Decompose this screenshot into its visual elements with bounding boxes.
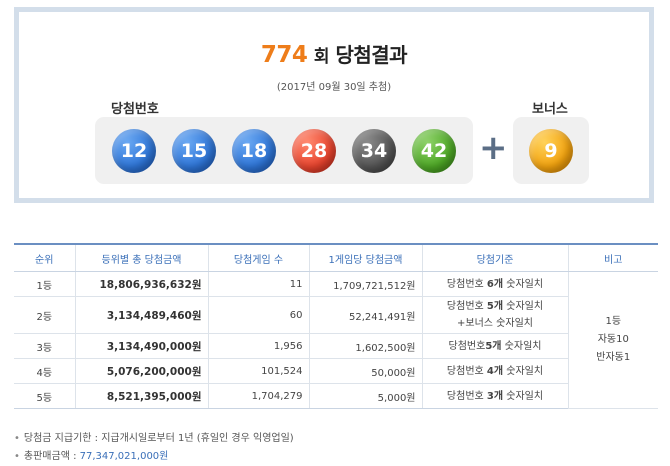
- total-prize-cell: 8,521,395,000원: [74, 383, 208, 409]
- bullet-icon: •: [14, 433, 20, 444]
- prize-per-game-cell: 5,000원: [308, 383, 422, 409]
- header-rank: 순위: [14, 243, 75, 272]
- bonus-ball: 9: [529, 129, 573, 173]
- rank-cell: 2등: [14, 296, 75, 334]
- criteria-text: 당첨번호: [448, 340, 486, 352]
- criteria-cell: 당첨번호 5개 숫자일치 +보너스 숫자일치: [421, 296, 568, 334]
- header-total-prize: 등위별 총 당첨금액: [74, 243, 208, 272]
- rank-cell: 1등: [14, 271, 75, 297]
- number-ball: 42: [412, 129, 456, 173]
- notes-section: • 당첨금 지급기한 : 지급개시일로부터 1년 (휴일인 경우 익영업일) • 총…: [14, 430, 294, 466]
- number-ball: 12: [112, 129, 156, 173]
- criteria-match-count: 4개: [486, 365, 504, 377]
- criteria-text: 당첨번호: [446, 390, 487, 402]
- prize-table: 순위 등위별 총 당첨금액 당첨게임 수 1게임당 당첨금액 당첨기준 비고 1…: [14, 243, 658, 409]
- criteria-text: 숫자일치: [503, 301, 544, 312]
- criteria-cell: 당첨번호 3개 숫자일치: [421, 383, 568, 409]
- criteria-text: 숫자일치: [503, 390, 544, 402]
- rank-cell: 4등: [14, 358, 75, 384]
- note-cell: 1등 자동10 반자동1: [567, 271, 658, 409]
- prize-per-game-cell: 1,709,721,512원: [308, 271, 422, 297]
- number-ball: 28: [292, 129, 336, 173]
- result-title: 774 회 당첨결과: [19, 39, 649, 68]
- note-line: 1등: [605, 316, 622, 327]
- header-note: 비고: [567, 243, 658, 272]
- bonus-label: 보너스: [532, 102, 568, 117]
- prize-per-game-cell: 50,000원: [308, 358, 422, 384]
- criteria-cell: 당첨번호5개 숫자일치: [421, 333, 568, 359]
- criteria-cell: 당첨번호 4개 숫자일치: [421, 358, 568, 384]
- total-prize-cell: 3,134,489,460원: [74, 296, 208, 334]
- winner-count-cell: 1,704,279: [207, 383, 309, 409]
- total-prize-cell: 3,134,490,000원: [74, 333, 208, 359]
- rank-cell: 3등: [14, 333, 75, 359]
- winning-numbers-label: 당첨번호: [111, 102, 159, 117]
- draw-date: (2017년 09월 30일 추첨): [276, 82, 392, 93]
- header-prize-per-game: 1게임당 당첨금액: [308, 243, 422, 272]
- bonus-number-panel: 9: [513, 117, 589, 184]
- criteria-text: 숫자일치: [503, 278, 544, 290]
- number-ball: 34: [352, 129, 396, 173]
- winner-count-cell: 11: [207, 271, 309, 297]
- prize-per-game-cell: 52,241,491원: [308, 296, 422, 334]
- round-number: 774: [260, 42, 308, 68]
- criteria-match-count: 5개: [485, 340, 502, 352]
- total-sales-label: 총판매금액 :: [23, 451, 80, 462]
- table-row: 1등 18,806,936,632원 11 1,709,721,512원 당첨번…: [14, 271, 658, 409]
- total-prize-cell: 18,806,936,632원: [74, 271, 208, 297]
- round-suffix: 회: [313, 47, 330, 67]
- total-prize-cell: 5,076,200,000원: [74, 358, 208, 384]
- plus-icon: +: [479, 128, 508, 168]
- draw-result-panel: 774 회 당첨결과 (2017년 09월 30일 추첨) 당첨번호 보너스 1…: [14, 7, 654, 203]
- header-winner-count: 당첨게임 수: [207, 243, 309, 272]
- total-sales-value: 77,347,021,000원: [79, 451, 169, 462]
- criteria-text: 당첨번호: [446, 301, 487, 312]
- table-row: 3등 3,134,490,000원 1,956 1,602,500원 당첨번호5…: [14, 333, 658, 359]
- result-title-text: 당첨결과: [335, 43, 408, 67]
- criteria-match-count: 5개: [486, 301, 504, 312]
- table-row: 4등 5,076,200,000원 101,524 50,000원 당첨번호 4…: [14, 358, 658, 384]
- winner-count-cell: 101,524: [207, 358, 309, 384]
- payout-deadline-note: • 당첨금 지급기한 : 지급개시일로부터 1년 (휴일인 경우 익영업일): [14, 430, 294, 448]
- winning-numbers-panel: 12 15 18 28 34 42: [95, 117, 473, 184]
- note-line: 반자동1: [596, 352, 631, 363]
- total-sales-note: • 총판매금액 : 77,347,021,000원: [14, 448, 294, 466]
- table-row: 2등 3,134,489,460원 60 52,241,491원 당첨번호 5개…: [14, 296, 658, 334]
- winner-count-cell: 60: [207, 296, 309, 334]
- criteria-text: 당첨번호: [446, 365, 487, 377]
- criteria-text: 당첨번호: [446, 278, 487, 290]
- payout-deadline-text: 당첨금 지급기한 : 지급개시일로부터 1년 (휴일인 경우 익영업일): [23, 433, 294, 444]
- number-ball: 18: [232, 129, 276, 173]
- rank-cell: 5등: [14, 383, 75, 409]
- note-line: 자동10: [597, 334, 629, 345]
- winner-count-cell: 1,956: [207, 333, 309, 359]
- table-row: 5등 8,521,395,000원 1,704,279 5,000원 당첨번호 …: [14, 383, 658, 409]
- number-ball: 15: [172, 129, 216, 173]
- criteria-bonus-text: +보너스 숫자일치: [457, 318, 533, 329]
- criteria-cell: 당첨번호 6개 숫자일치: [421, 271, 568, 297]
- criteria-match-count: 3개: [486, 390, 504, 402]
- bullet-icon: •: [14, 451, 20, 462]
- criteria-text: 숫자일치: [501, 340, 542, 352]
- table-header-row: 순위 등위별 총 당첨금액 당첨게임 수 1게임당 당첨금액 당첨기준 비고: [14, 243, 658, 272]
- criteria-match-count: 6개: [486, 278, 504, 290]
- prize-per-game-cell: 1,602,500원: [308, 333, 422, 359]
- criteria-text: 숫자일치: [503, 365, 544, 377]
- header-criteria: 당첨기준: [421, 243, 568, 272]
